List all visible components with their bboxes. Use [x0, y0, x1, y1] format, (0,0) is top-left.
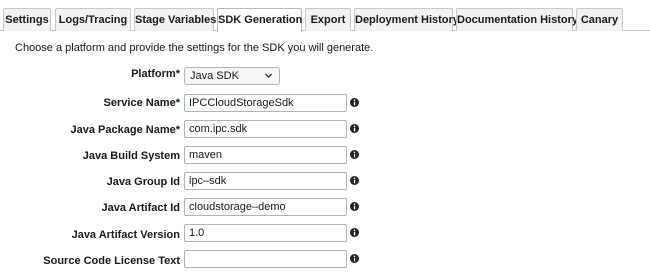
- java-group-id-field[interactable]: [184, 172, 347, 190]
- info-icon[interactable]: [350, 124, 359, 133]
- tab-logs-tracing[interactable]: Logs/Tracing: [55, 8, 131, 31]
- tab-deployment-history[interactable]: Deployment History: [354, 8, 459, 31]
- java-group-id-label: Java Group Id: [106, 176, 180, 188]
- info-icon[interactable]: [350, 150, 359, 159]
- platform-label: Platform*: [131, 68, 180, 80]
- info-icon[interactable]: [350, 254, 359, 263]
- java-artifact-version-label: Java Artifact Version: [71, 229, 180, 241]
- platform-selected-value: Java SDK: [190, 70, 239, 82]
- info-icon[interactable]: [350, 228, 359, 237]
- tab-sdk-generation[interactable]: SDK Generation: [217, 8, 302, 32]
- java-artifact-id-label: Java Artifact Id: [101, 202, 180, 214]
- platform-select[interactable]: Java SDK: [184, 67, 280, 85]
- tab-documentation-history[interactable]: Documentation History: [456, 8, 578, 31]
- tab-bar: Settings Logs/Tracing Stage Variables SD…: [0, 0, 650, 32]
- tab-settings[interactable]: Settings: [3, 8, 51, 31]
- java-package-name-label: Java Package Name*: [70, 124, 180, 136]
- tab-stage-variables[interactable]: Stage Variables: [134, 8, 216, 31]
- chevron-down-icon: [265, 73, 272, 78]
- java-artifact-id-field[interactable]: [184, 198, 347, 216]
- info-icon[interactable]: [350, 98, 359, 107]
- tab-canary[interactable]: Canary: [576, 8, 623, 31]
- source-code-license-text-field[interactable]: [184, 250, 347, 268]
- intro-text: Choose a platform and provide the settin…: [15, 42, 374, 54]
- tab-export[interactable]: Export: [305, 8, 351, 31]
- service-name-field[interactable]: [184, 94, 347, 112]
- info-icon[interactable]: [350, 202, 359, 211]
- info-icon[interactable]: [350, 176, 359, 185]
- java-build-system-field[interactable]: [184, 146, 347, 164]
- service-name-label: Service Name*: [103, 97, 180, 109]
- java-package-name-field[interactable]: [184, 120, 347, 138]
- java-artifact-version-field[interactable]: [184, 224, 347, 242]
- java-build-system-label: Java Build System: [82, 150, 180, 162]
- source-code-license-text-label: Source Code License Text: [43, 255, 180, 267]
